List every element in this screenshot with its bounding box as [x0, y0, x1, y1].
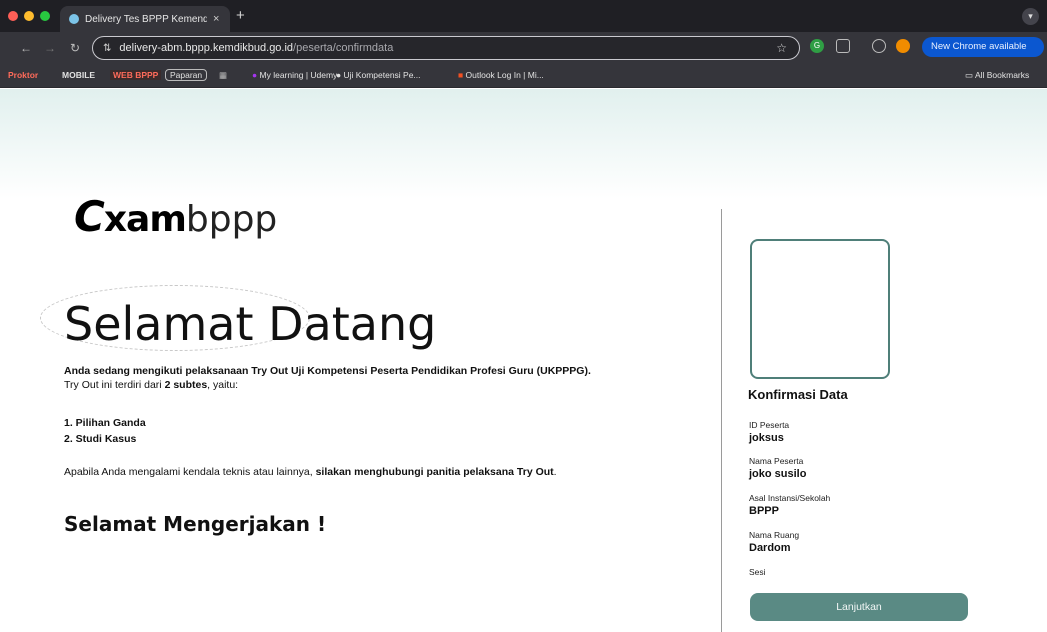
intro-line-bold: 2 subtes [164, 379, 208, 391]
bookmark-udemy-label: My learning | Udemy [259, 70, 338, 80]
vertical-divider [721, 209, 722, 632]
url-host: delivery-abm.bppp.kemdikbud.go.id [119, 42, 294, 54]
field-value-id: joksus [749, 432, 784, 444]
extensions-puzzle-icon[interactable] [836, 39, 850, 53]
site-settings-icon[interactable]: ⇅ [103, 43, 111, 54]
contact-line-end: . [553, 466, 557, 478]
field-label-name: Nama Peserta [749, 456, 804, 466]
bookmark-outlook[interactable]: ■ Outlook Log In | Mi... [458, 70, 544, 80]
history-icon[interactable] [872, 39, 886, 53]
page-content: Cxam bppp Selamat Datang Anda sedang meng… [0, 89, 1047, 632]
url-path: /peserta/confirmdata [293, 42, 394, 54]
confirm-panel-title: Konfirmasi Data [748, 387, 848, 402]
udemy-icon: ● [252, 70, 258, 80]
intro-bold-line: Anda sedang mengikuti pelaksanaan Try Ou… [64, 365, 591, 377]
list-item: 1. Pilihan Ganda [64, 417, 146, 429]
intro-subtest-line: Try Out ini terdiri dari 2 subtes, yaitu… [64, 378, 694, 392]
apps-grid-icon[interactable]: ▦ [219, 70, 227, 81]
header-gradient [0, 89, 1047, 199]
welcome-heading: Selamat Datang [64, 297, 437, 351]
close-tab-icon[interactable]: × [213, 13, 219, 25]
contact-line-bold: silakan menghubungi panitia pelaksana Tr… [315, 466, 554, 478]
profile-avatar-icon[interactable] [896, 39, 910, 53]
url-text: delivery-abm.bppp.kemdikbud.go.id/pesert… [119, 42, 393, 54]
grammarly-extension-icon[interactable]: G [810, 39, 824, 53]
all-bookmarks-label: All Bookmarks [974, 70, 1030, 80]
address-bar[interactable]: ⇅ delivery-abm.bppp.kemdikbud.go.id/pese… [92, 36, 800, 60]
minimize-window-button[interactable] [24, 11, 34, 21]
participant-photo-frame [750, 239, 890, 379]
field-value-institution: BPPP [749, 505, 779, 517]
bookmark-uji-label: Uji Kompetensi Pe... [343, 70, 421, 80]
tab-title: Delivery Tes BPPP Kemendikbud [85, 13, 207, 25]
field-value-room: Dardom [749, 542, 791, 554]
close-window-button[interactable] [8, 11, 18, 21]
contact-line-a: Apabila Anda mengalami kendala teknis at… [64, 466, 316, 478]
bookmark-proktor[interactable]: Proktor [8, 70, 38, 80]
browser-tab[interactable]: Delivery Tes BPPP Kemendikbud × [60, 6, 230, 32]
bookmark-star-icon[interactable]: ☆ [776, 41, 787, 55]
new-tab-button[interactable]: + [236, 7, 245, 24]
update-chrome-button[interactable]: New Chrome available [922, 37, 1044, 57]
browser-toolbar: ← → ↻ ⇅ delivery-abm.bppp.kemdikbud.go.i… [0, 32, 1047, 64]
closing-heading: Selamat Mengerjakan ! [64, 512, 327, 536]
logo-light-text: bppp [185, 199, 278, 240]
bookmark-paparan[interactable]: Paparan [165, 69, 208, 81]
bookmark-outlook-label: Outlook Log In | Mi... [465, 70, 544, 80]
intro-line-a: Try Out ini terdiri dari [64, 379, 165, 391]
intro-text: Anda sedang mengikuti pelaksanaan Try Ou… [64, 364, 694, 392]
bookmark-udemy[interactable]: ● My learning | Udemy [252, 70, 337, 80]
reload-icon[interactable]: ↻ [70, 41, 80, 55]
field-label-session: Sesi [749, 567, 766, 577]
microsoft-icon: ■ [458, 70, 464, 80]
bookmark-web-bppp[interactable]: WEB BPPP [110, 70, 162, 80]
tab-search-chevron-icon[interactable]: ▾ [1022, 8, 1039, 25]
all-bookmarks[interactable]: ▭ All Bookmarks [965, 70, 1029, 81]
bookmark-mobile[interactable]: MOBILE [62, 70, 95, 80]
globe-icon: ● [336, 70, 342, 80]
continue-button[interactable]: Lanjutkan [750, 593, 968, 621]
field-value-name: joko susilo [749, 468, 807, 480]
field-label-room: Nama Ruang [749, 530, 800, 540]
folder-icon: ▭ [965, 70, 974, 80]
site-favicon-icon [69, 14, 79, 24]
intro-line-b: , yaitu: [207, 379, 239, 391]
contact-text: Apabila Anda mengalami kendala teknis at… [64, 466, 557, 478]
logo-mark: C [74, 192, 105, 241]
browser-tab-bar: Delivery Tes BPPP Kemendikbud × + ▾ [0, 0, 1047, 32]
bookmarks-bar: Proktor MOBILE WEB BPPP Paparan ▦ ● My l… [0, 64, 1047, 88]
field-label-institution: Asal Instansi/Sekolah [749, 493, 831, 503]
bookmark-uji-kompetensi[interactable]: ● Uji Kompetensi Pe... [336, 70, 421, 80]
logo-bold-text: xam [103, 199, 187, 240]
list-item: 2. Studi Kasus [64, 433, 137, 445]
forward-arrow-icon[interactable]: → [44, 41, 56, 55]
back-arrow-icon[interactable]: ← [20, 41, 32, 55]
subtest-list: 1. Pilihan Ganda 2. Studi Kasus [64, 415, 146, 447]
exambppp-logo: Cxam bppp [74, 192, 277, 242]
field-label-id: ID Peserta [749, 420, 790, 430]
zoom-window-button[interactable] [40, 11, 50, 21]
